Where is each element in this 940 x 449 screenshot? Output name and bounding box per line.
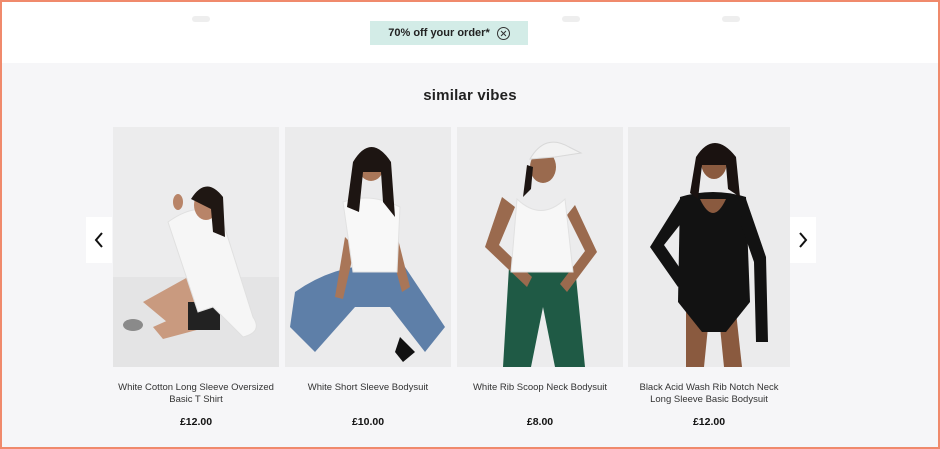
product-image[interactable] xyxy=(457,127,623,367)
product-card[interactable]: White Cotton Long Sleeve Oversized Basic… xyxy=(113,127,279,428)
product-price: £8.00 xyxy=(526,416,554,428)
product-image[interactable] xyxy=(285,127,451,367)
product-card[interactable]: Black Acid Wash Rib Notch Neck Long Slee… xyxy=(628,127,790,428)
product-price: £10.00 xyxy=(351,416,385,428)
product-price: £12.00 xyxy=(692,416,726,428)
carousel-next-button[interactable] xyxy=(790,217,816,263)
carousel-prev-button[interactable] xyxy=(86,217,112,263)
product-image[interactable] xyxy=(113,127,279,367)
promo-banner[interactable]: 70% off your order* xyxy=(370,21,528,45)
nav-placeholder xyxy=(192,16,210,22)
similar-products-section: similar vibes White Cotton Long Sleeve O… xyxy=(2,63,938,447)
nav-placeholder xyxy=(722,16,740,22)
section-title: similar vibes xyxy=(423,87,517,104)
product-price: £12.00 xyxy=(179,416,213,428)
chevron-right-icon xyxy=(799,232,808,248)
close-circle-icon[interactable] xyxy=(496,26,510,40)
product-name[interactable]: Black Acid Wash Rib Notch Neck Long Slee… xyxy=(628,382,790,408)
product-card[interactable]: White Rib Scoop Neck Bodysuit £8.00 xyxy=(457,127,623,428)
product-name[interactable]: White Cotton Long Sleeve Oversized Basic… xyxy=(113,382,279,408)
product-name[interactable]: White Short Sleeve Bodysuit xyxy=(285,382,451,408)
nav-placeholder xyxy=(562,16,580,22)
product-name[interactable]: White Rib Scoop Neck Bodysuit xyxy=(457,382,623,408)
top-bar: 70% off your order* xyxy=(2,2,938,63)
promo-text: 70% off your order* xyxy=(388,27,490,39)
page-frame: 70% off your order* similar vibes White … xyxy=(0,0,940,449)
chevron-left-icon xyxy=(94,232,103,248)
product-card[interactable]: White Short Sleeve Bodysuit £10.00 xyxy=(285,127,451,428)
product-image[interactable] xyxy=(628,127,790,367)
